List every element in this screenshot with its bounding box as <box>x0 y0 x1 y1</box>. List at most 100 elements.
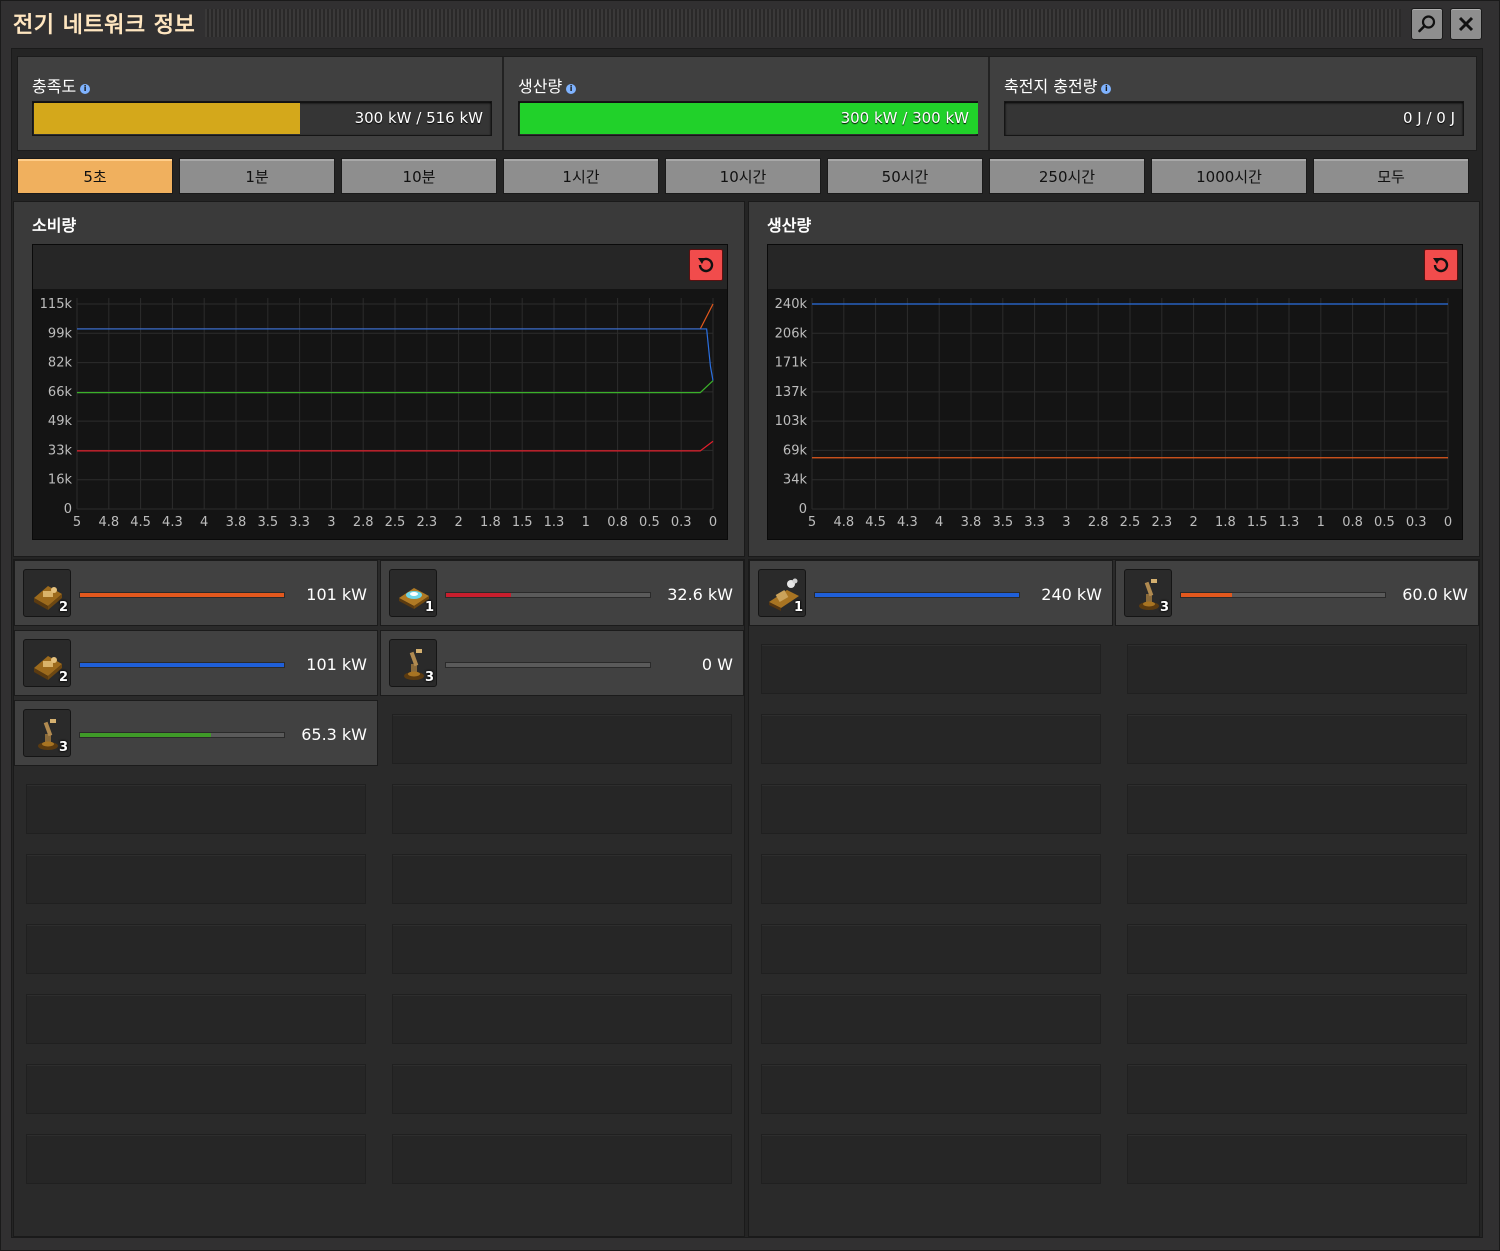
usage-bar <box>445 662 651 668</box>
x-tick-label: 1.8 <box>1215 515 1236 530</box>
x-tick-label: 0.8 <box>607 515 628 530</box>
x-tick-label: 0.5 <box>639 515 660 530</box>
empty-slot <box>1127 1134 1467 1184</box>
close-button[interactable] <box>1450 8 1482 40</box>
x-tick-label: 3.8 <box>961 515 982 530</box>
empty-slot <box>392 994 732 1044</box>
x-tick-label: 3.3 <box>289 515 310 530</box>
x-tick-label: 4 <box>935 515 943 530</box>
list-item[interactable]: 2 101 kW <box>14 630 378 696</box>
production-label: 생산량 <box>518 77 563 96</box>
entity-icon-slot[interactable]: 3 <box>389 639 437 687</box>
drag-handle[interactable] <box>205 9 1401 37</box>
entity-count: 3 <box>58 740 68 755</box>
y-tick-label: 137k <box>775 385 808 400</box>
info-icon[interactable]: i <box>566 84 577 94</box>
tab-10m[interactable]: 10분 <box>341 158 497 194</box>
x-tick-label: 4.3 <box>162 515 183 530</box>
x-tick-label: 2 <box>454 515 462 530</box>
y-tick-label: 0 <box>64 502 72 517</box>
empty-slot <box>1127 784 1467 834</box>
x-tick-label: 0 <box>1444 515 1452 530</box>
list-item[interactable]: 1 32.6 kW <box>380 560 744 626</box>
list-item[interactable]: 3 0 W <box>380 630 744 696</box>
accumulator-stat: 축전지 충전량 i 0 J / 0 J <box>990 57 1476 150</box>
entity-icon-slot[interactable]: 1 <box>758 569 806 617</box>
empty-slot <box>761 644 1101 694</box>
power-value: 60.0 kW <box>1402 585 1468 604</box>
y-tick-label: 16k <box>48 473 73 488</box>
entity-icon-slot[interactable]: 2 <box>23 639 71 687</box>
satisfaction-label: 충족도 <box>32 77 77 96</box>
usage-bar-fill <box>815 593 1019 597</box>
x-tick-label: 1.8 <box>480 515 501 530</box>
entity-count: 2 <box>58 670 68 685</box>
list-item[interactable]: 3 60.0 kW <box>1115 560 1479 626</box>
entity-icon-slot[interactable]: 3 <box>1124 569 1172 617</box>
empty-slot <box>1127 644 1467 694</box>
satisfaction-value: 300 kW / 516 kW <box>354 109 483 127</box>
window-title: 전기 네트워크 정보 <box>13 13 196 38</box>
empty-slot <box>1127 924 1467 974</box>
network-stats: 충족도 i 300 kW / 516 kW 생산량 i 300 kW / 300 k… <box>17 56 1477 151</box>
empty-slot <box>26 1064 366 1114</box>
entity-count: 3 <box>424 670 434 685</box>
tab-10h[interactable]: 10시간 <box>665 158 821 194</box>
empty-slot <box>26 784 366 834</box>
accumulator-label: 축전지 충전량 <box>1004 77 1098 96</box>
x-tick-label: 4.8 <box>833 515 854 530</box>
tab-all[interactable]: 모두 <box>1313 158 1469 194</box>
tab-1h[interactable]: 1시간 <box>503 158 659 194</box>
tab-1000h[interactable]: 1000시간 <box>1151 158 1307 194</box>
empty-slot <box>761 854 1101 904</box>
reset-zoom-button[interactable] <box>1424 249 1458 281</box>
empty-slot <box>1127 714 1467 764</box>
x-tick-label: 1.3 <box>1279 515 1300 530</box>
empty-slot <box>26 994 366 1044</box>
accumulator-bar: 0 J / 0 J <box>1004 101 1464 136</box>
consumption-title: 소비량 <box>32 216 77 235</box>
power-value: 0 W <box>701 655 733 674</box>
production-plot[interactable]: 0 34k 69k 103k 137k 171k 206k 240k 5 4.8 4.5 4.3 4 3.… <box>768 289 1464 539</box>
title-bar[interactable]: 전기 네트워크 정보 <box>1 1 1500 47</box>
empty-slot <box>392 924 732 974</box>
tab-1m[interactable]: 1분 <box>179 158 335 194</box>
empty-slot <box>392 1064 732 1114</box>
y-tick-label: 99k <box>48 326 73 341</box>
x-tick-label: 3.8 <box>226 515 247 530</box>
x-tick-label: 0.5 <box>1374 515 1395 530</box>
electric-network-window: 전기 네트워크 정보 충족도 i 300 kW / 516 kW 생산량 i 3… <box>0 0 1500 1251</box>
list-item[interactable]: 3 65.3 kW <box>14 700 378 766</box>
usage-bar-fill <box>80 593 284 597</box>
consumption-plot[interactable]: 0 16k 33k 49k 66k 82k 99k 115k 5 4.8 4.5 4.3 4 3.8 3.5… <box>33 289 729 539</box>
producer-list[interactable]: 1 240 kW 3 60.0 kW <box>748 559 1480 1237</box>
list-item[interactable]: 2 101 kW <box>14 560 378 626</box>
empty-slot <box>761 1064 1101 1114</box>
reset-zoom-button[interactable] <box>689 249 723 281</box>
entity-count: 3 <box>1159 600 1169 615</box>
tab-250h[interactable]: 250시간 <box>989 158 1145 194</box>
x-tick-label: 3.3 <box>1024 515 1045 530</box>
usage-bar <box>1180 592 1386 598</box>
empty-slot <box>392 1134 732 1184</box>
x-tick-label: 2.3 <box>1151 515 1172 530</box>
satisfaction-bar: 300 kW / 516 kW <box>32 101 492 136</box>
x-tick-label: 0.8 <box>1342 515 1363 530</box>
x-tick-label: 1 <box>1317 515 1325 530</box>
x-tick-label: 5 <box>73 515 81 530</box>
accumulator-value: 0 J / 0 J <box>1402 109 1455 127</box>
info-icon[interactable]: i <box>1101 84 1112 94</box>
x-tick-label: 4.5 <box>865 515 886 530</box>
entity-icon-slot[interactable]: 3 <box>23 709 71 757</box>
tab-5s[interactable]: 5초 <box>17 158 173 194</box>
x-tick-label: 1.5 <box>1247 515 1268 530</box>
usage-bar-fill <box>446 593 512 597</box>
consumer-list[interactable]: 2 101 kW 1 32.6 kW 2 101 kW 3 0 W 3 65.3… <box>13 559 745 1237</box>
entity-icon-slot[interactable]: 2 <box>23 569 71 617</box>
entity-icon-slot[interactable]: 1 <box>389 569 437 617</box>
search-button[interactable] <box>1411 8 1443 40</box>
list-item[interactable]: 1 240 kW <box>749 560 1113 626</box>
tab-50h[interactable]: 50시간 <box>827 158 983 194</box>
info-icon[interactable]: i <box>80 84 91 94</box>
empty-slot <box>761 784 1101 834</box>
